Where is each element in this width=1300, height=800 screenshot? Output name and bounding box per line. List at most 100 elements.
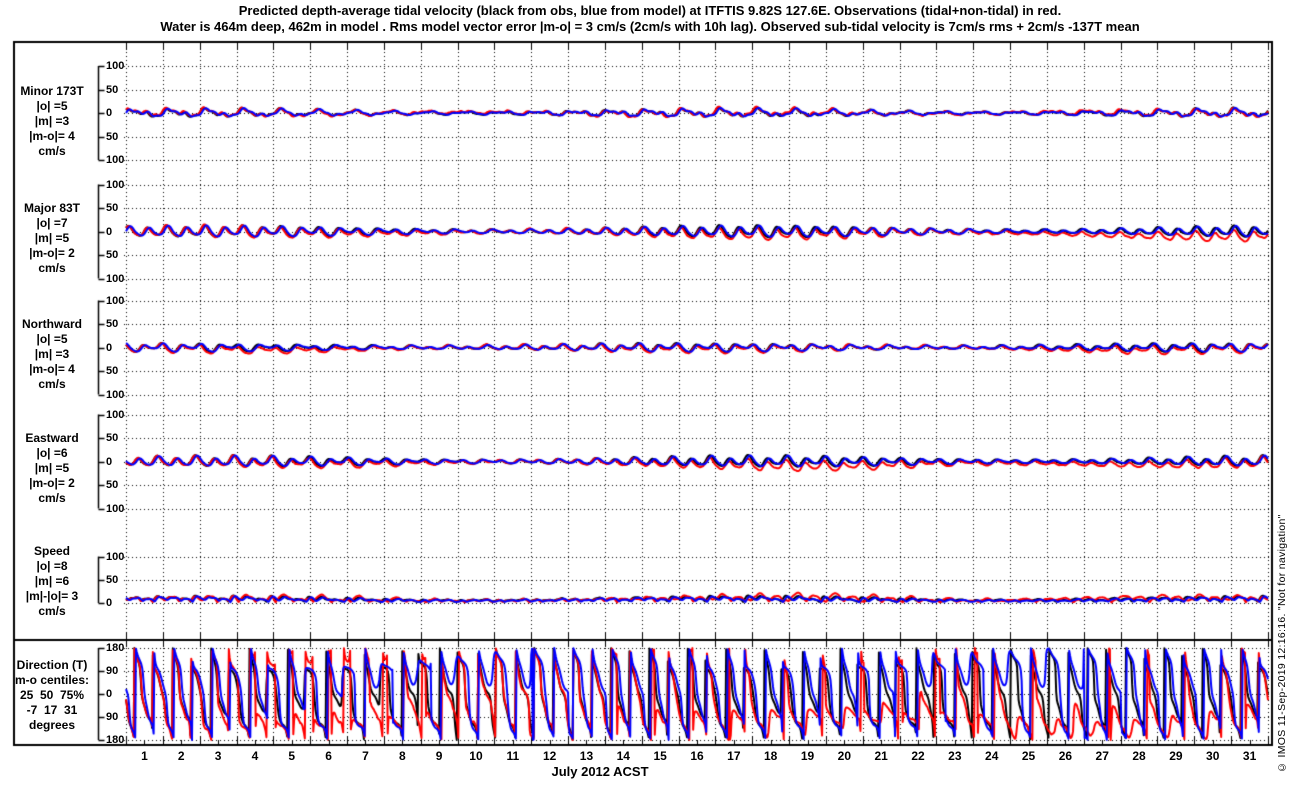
y-tick-label-eastward: 50 bbox=[106, 432, 119, 444]
panel-label-line: Minor 173T bbox=[20, 84, 84, 98]
y-tick-label-direction-t: 90 bbox=[106, 665, 119, 677]
panel-label-line: |m| =3 bbox=[34, 347, 70, 361]
y-tick-label-northward: 100 bbox=[106, 294, 125, 307]
panel-label-line: |m| =5 bbox=[34, 231, 70, 245]
panel-label-line: Direction (T) bbox=[16, 658, 88, 672]
panel-label-line: cm/s bbox=[38, 491, 66, 505]
x-day-label: 26 bbox=[1058, 749, 1073, 763]
y-tick-label-minor-173t: 50 bbox=[106, 83, 119, 96]
panel-label-line: 25 50 75% bbox=[19, 688, 85, 702]
panel-label-eastward: Eastward |o| =6 |m| =5 |m-o|= 2 cm/s bbox=[4, 431, 100, 506]
panel-label-line: cm/s bbox=[38, 604, 66, 618]
y-tick-label-eastward: 0 bbox=[106, 455, 113, 468]
x-day-label: 24 bbox=[985, 749, 999, 763]
panel-label-line: cm/s bbox=[38, 144, 66, 158]
panel-label-line: |m-o|= 4 bbox=[29, 129, 75, 143]
y-tick-label-eastward: 50 bbox=[106, 479, 119, 491]
x-day-label: 7 bbox=[362, 749, 369, 763]
x-day-label: 15 bbox=[653, 749, 667, 763]
y-tick-label-direction-t: 90 bbox=[106, 711, 119, 723]
panel-label-line: m-o centiles: bbox=[14, 673, 89, 687]
y-tick-label-major-83t: 0 bbox=[106, 225, 113, 238]
x-day-label: 21 bbox=[874, 749, 888, 763]
panel-label-minor-173t: Minor 173T |o| =5 |m| =3 |m-o|= 4 cm/s bbox=[4, 84, 100, 159]
panel-label-major-83t: Major 83T |o| =7 |m| =5 |m-o|= 2 cm/s bbox=[4, 201, 100, 276]
panel-label-line: |o| =8 bbox=[36, 559, 68, 573]
panel-label-line: degrees bbox=[28, 718, 76, 732]
figure-title-line-1: Predicted depth-average tidal velocity (… bbox=[238, 3, 1062, 18]
y-tick-label-speed: 100 bbox=[106, 550, 125, 563]
panel-label-line: cm/s bbox=[38, 377, 66, 391]
y-tick-label-direction-t: 180 bbox=[106, 642, 125, 654]
copyright-watermark: © IMOS 11-Sep-2019 12:16:16. "Not for na… bbox=[1276, 514, 1288, 773]
figure-title-line-2: Water is 464m deep, 462m in model . Rms … bbox=[160, 19, 1140, 34]
y-tick-label-northward: 50 bbox=[106, 318, 119, 330]
panel-label-line: |m| =6 bbox=[34, 574, 70, 588]
y-tick-label-northward: 100 bbox=[106, 388, 125, 401]
panel-label-line: |o| =5 bbox=[36, 332, 68, 346]
panel-label-direction-t: Direction (T) m-o centiles: 25 50 75% -7 17… bbox=[4, 658, 100, 733]
x-day-label: 29 bbox=[1169, 749, 1183, 763]
y-tick-label-speed: 0 bbox=[106, 597, 113, 609]
panel-label-line: |o| =5 bbox=[36, 99, 68, 113]
x-day-label: 5 bbox=[288, 749, 296, 763]
chart-canvas bbox=[0, 0, 1300, 800]
y-tick-label-eastward: 100 bbox=[106, 502, 125, 515]
panel-label-line: |o| =6 bbox=[36, 446, 68, 460]
panel-label-line: Major 83T bbox=[23, 201, 80, 215]
x-day-label: 25 bbox=[1021, 749, 1036, 763]
x-day-label: 13 bbox=[579, 749, 594, 763]
y-tick-label-direction-t: 0 bbox=[106, 688, 113, 700]
x-day-label: 30 bbox=[1206, 749, 1220, 763]
y-tick-label-eastward: 100 bbox=[106, 408, 125, 421]
panel-label-line: Speed bbox=[33, 544, 70, 558]
panel-label-line: |m| =5 bbox=[34, 461, 70, 475]
x-day-label: 6 bbox=[325, 749, 332, 763]
y-tick-label-minor-173t: 0 bbox=[106, 107, 113, 119]
x-day-label: 4 bbox=[251, 749, 259, 763]
tidal-validation-figure: Predicted depth-average tidal velocity (… bbox=[0, 0, 1300, 800]
panel-label-line: |m-o|= 2 bbox=[29, 246, 75, 260]
y-tick-label-major-83t: 100 bbox=[106, 178, 125, 191]
y-tick-label-major-83t: 50 bbox=[106, 202, 119, 214]
y-tick-label-minor-173t: 100 bbox=[106, 154, 125, 166]
x-day-label: 23 bbox=[948, 749, 962, 763]
x-day-label: 8 bbox=[398, 749, 406, 763]
x-day-label: 3 bbox=[214, 749, 222, 763]
panel-label-northward: Northward |o| =5 |m| =3 |m-o|= 4 cm/s bbox=[4, 317, 100, 392]
y-tick-label-major-83t: 50 bbox=[106, 249, 119, 261]
panel-label-line: Eastward bbox=[25, 431, 79, 445]
panel-label-line: |m-o|= 4 bbox=[29, 362, 75, 376]
x-day-label: 28 bbox=[1132, 749, 1146, 763]
x-day-label: 18 bbox=[763, 749, 778, 763]
x-day-label: 20 bbox=[837, 749, 852, 763]
x-day-label: 14 bbox=[616, 749, 630, 763]
x-day-label: 16 bbox=[690, 749, 704, 763]
x-day-label: 31 bbox=[1242, 749, 1257, 763]
panel-label-speed: Speed |o| =8 |m| =6 |m|-|o|= 3 cm/s bbox=[4, 544, 100, 619]
panel-label-line: -7 17 31 bbox=[26, 703, 78, 717]
x-day-label: 27 bbox=[1095, 749, 1109, 763]
x-day-label: 12 bbox=[542, 749, 557, 763]
x-day-label: 19 bbox=[800, 749, 815, 763]
panel-label-line: |m| =3 bbox=[34, 114, 70, 128]
y-tick-label-minor-173t: 100 bbox=[106, 60, 125, 72]
x-day-label: 10 bbox=[469, 749, 483, 763]
y-tick-label-speed: 50 bbox=[106, 573, 119, 586]
x-day-label: 11 bbox=[506, 749, 520, 763]
x-day-label: 2 bbox=[177, 749, 185, 763]
panel-label-line: |m|-|o|= 3 bbox=[25, 589, 79, 603]
panel-label-line: |o| =7 bbox=[36, 216, 68, 230]
panel-label-line: cm/s bbox=[38, 261, 66, 275]
y-tick-label-northward: 50 bbox=[106, 365, 119, 377]
x-day-label: 9 bbox=[435, 749, 443, 763]
y-tick-label-direction-t: 180 bbox=[106, 734, 125, 746]
x-day-label: 22 bbox=[911, 749, 925, 763]
x-axis-title: July 2012 ACST bbox=[551, 764, 649, 779]
panel-label-line: Northward bbox=[22, 317, 82, 331]
y-tick-label-major-83t: 100 bbox=[106, 272, 125, 285]
panel-label-line: |m-o|= 2 bbox=[29, 476, 75, 490]
x-day-label: 1 bbox=[141, 749, 148, 763]
x-day-label: 17 bbox=[727, 749, 741, 763]
y-tick-label-minor-173t: 50 bbox=[106, 130, 119, 143]
